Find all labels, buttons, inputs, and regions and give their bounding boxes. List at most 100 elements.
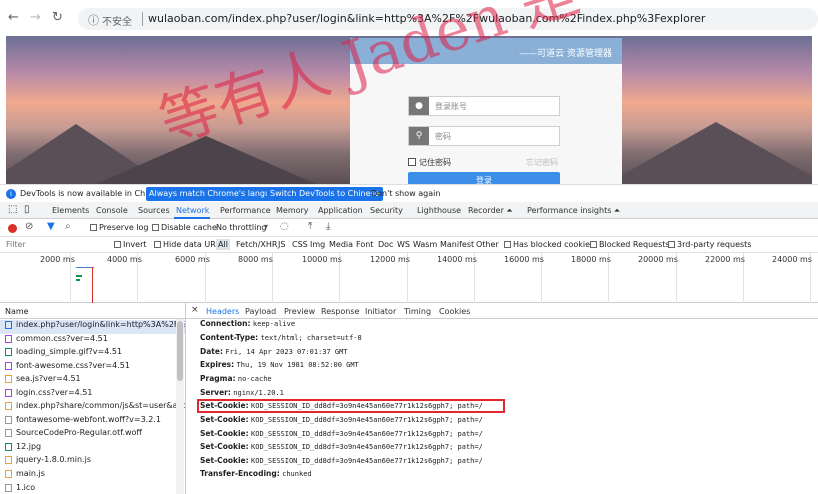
tick-label: 4000 ms [107, 255, 142, 264]
brand-title: ——可道云 资源管理器 [519, 49, 612, 59]
type-all[interactable]: All [216, 239, 230, 250]
devtools-infobar: i DevTools is now available in Chinese! … [0, 184, 818, 202]
type-fetch[interactable]: Fetch/XHR [236, 240, 277, 249]
request-row[interactable]: main.js [0, 469, 185, 483]
request-row[interactable]: 12.jpg [0, 442, 185, 456]
tab-cookies[interactable]: Cookies [439, 307, 470, 316]
header-value: keep-alive [252, 320, 296, 328]
username-field[interactable]: ● 登录账号 [408, 96, 560, 116]
type-css[interactable]: CSS [292, 240, 308, 249]
tab-recorder[interactable]: Recorder ⏶ [468, 206, 513, 216]
blocked-cookies-label: Has blocked cookies [513, 240, 595, 249]
password-field[interactable]: ⚲ 密码 [408, 126, 560, 146]
network-timeline[interactable]: 2000 ms 4000 ms 6000 ms 8000 ms 10000 ms… [0, 253, 818, 303]
header-value: KOD_SESSION_ID_dd8df=3o9n4e45an60e77r1k1… [251, 443, 483, 451]
tab-initiator[interactable]: Initiator [365, 307, 396, 316]
type-font[interactable]: Font [356, 240, 373, 249]
tab-network[interactable]: Network [176, 206, 209, 215]
warning-icon[interactable]: ⓘ [88, 12, 99, 28]
login-button[interactable]: 登录 [408, 172, 560, 184]
chevron-down-icon[interactable]: ▾ [264, 222, 268, 231]
request-row[interactable]: common.css?ver=4.51 [0, 334, 185, 348]
reload-icon[interactable]: ↻ [52, 10, 63, 25]
inspect-icon[interactable]: ⬚ [8, 204, 17, 215]
tab-sources[interactable]: Sources [138, 206, 170, 215]
network-toolbar: ⊘ ▼ ⌕ Preserve log Disable cache No thro… [0, 219, 818, 237]
tab-timing[interactable]: Timing [404, 307, 431, 316]
header-key: Transfer-Encoding: [200, 469, 280, 478]
remember-checkbox[interactable] [408, 158, 416, 166]
request-row[interactable]: fontawesome-webfont.woff?v=3.2.1 [0, 415, 185, 429]
switch-chinese-button[interactable]: Switch DevTools to Chinese [267, 187, 383, 201]
filter-icon[interactable]: ▼ [47, 221, 55, 232]
third-party-checkbox[interactable]: 3rd-party requests [668, 240, 751, 249]
blocked-cookies-checkbox[interactable]: Has blocked cookies [504, 240, 594, 249]
record-icon[interactable] [8, 224, 17, 233]
close-icon[interactable]: × [191, 305, 199, 315]
device-icon[interactable]: ▯ [24, 204, 30, 215]
filter-input[interactable]: Filter [6, 240, 26, 249]
type-doc[interactable]: Doc [378, 240, 393, 249]
network-conditions-icon[interactable]: ◌ [280, 221, 289, 232]
tab-performance-insights[interactable]: Performance insights ⏶ [527, 206, 620, 216]
clear-icon[interactable]: ⊘ [25, 221, 33, 232]
request-row[interactable]: index.php?share/common/js&st=user&act=lo… [0, 401, 185, 415]
dont-show-link[interactable]: Don't show again [371, 189, 440, 198]
tab-response[interactable]: Response [321, 307, 359, 316]
tab-console[interactable]: Console [96, 206, 128, 215]
invert-label: Invert [123, 240, 147, 249]
network-panel: Name index.php?user/login&link=http%3A%2… [0, 303, 818, 494]
tab-application[interactable]: Application [318, 206, 363, 215]
mountain-right [606, 122, 812, 184]
scrollbar[interactable] [176, 319, 184, 494]
tab-headers[interactable]: Headers [206, 307, 239, 316]
request-row[interactable]: jquery-1.8.0.min.js [0, 455, 185, 469]
type-ws[interactable]: WS [397, 240, 410, 249]
key-icon: ⚲ [409, 127, 429, 145]
tab-payload[interactable]: Payload [245, 307, 276, 316]
throttling-select[interactable]: No throttling [216, 223, 267, 232]
header-key: Set-Cookie: [200, 429, 249, 438]
timing-bar [76, 275, 82, 277]
url-text[interactable]: wulaoban.com/index.php?user/login&link=h… [148, 12, 705, 25]
hide-data-urls-checkbox[interactable]: Hide data URLs [154, 240, 224, 249]
tab-preview[interactable]: Preview [284, 307, 315, 316]
type-wasm[interactable]: Wasm [413, 240, 437, 249]
request-row[interactable]: sea.js?ver=4.51 [0, 374, 185, 388]
type-img[interactable]: Img [310, 240, 325, 249]
export-icon[interactable]: ⤓ [326, 221, 330, 232]
header-row: Set-Cookie: KOD_SESSION_ID_dd8df=3o9n4e4… [200, 429, 483, 443]
request-row[interactable]: font-awesome.css?ver=4.51 [0, 361, 185, 375]
tab-security[interactable]: Security [370, 206, 403, 215]
devtools-tabs: ⬚ ▯ Elements Console Sources Network Per… [0, 202, 818, 219]
preserve-log-checkbox[interactable]: Preserve log [90, 223, 149, 232]
forward-icon[interactable]: → [30, 10, 41, 25]
url-field[interactable]: ⓘ 不安全 wulaoban.com/index.php?user/login&… [78, 8, 818, 30]
type-js[interactable]: JS [278, 240, 285, 249]
name-column-header: Name [0, 303, 185, 319]
request-row[interactable]: SourceCodePro-Regular.otf.woff [0, 428, 185, 442]
tab-performance[interactable]: Performance [220, 206, 271, 215]
blocked-requests-checkbox[interactable]: Blocked Requests [590, 240, 670, 249]
request-row[interactable]: index.php?user/login&link=http%3A%2F%2Fw [0, 320, 185, 334]
request-name: loading_simple.gif?v=4.51 [16, 347, 123, 356]
import-icon[interactable]: ⤒ [308, 221, 312, 232]
tab-memory[interactable]: Memory [276, 206, 309, 215]
type-other[interactable]: Other [476, 240, 499, 249]
back-icon[interactable]: ← [8, 10, 19, 25]
tab-lighthouse[interactable]: Lighthouse [417, 206, 461, 215]
invert-checkbox[interactable]: Invert [114, 240, 147, 249]
header-row: Date: Fri, 14 Apr 2023 07:01:37 GMT [200, 347, 348, 361]
request-row[interactable]: login.css?ver=4.51 [0, 388, 185, 402]
request-name: login.css?ver=4.51 [16, 388, 93, 397]
request-row[interactable]: loading_simple.gif?v=4.51 [0, 347, 185, 361]
type-media[interactable]: Media [329, 240, 353, 249]
request-row[interactable]: 1.ico [0, 483, 185, 494]
disable-cache-checkbox[interactable]: Disable cache [152, 223, 217, 232]
type-manifest[interactable]: Manifest [440, 240, 474, 249]
info-icon: i [6, 189, 16, 199]
scrollbar-thumb[interactable] [177, 321, 183, 381]
search-icon[interactable]: ⌕ [65, 221, 71, 232]
forgot-link[interactable]: 忘记密码 [526, 157, 558, 168]
tab-elements[interactable]: Elements [52, 206, 89, 215]
